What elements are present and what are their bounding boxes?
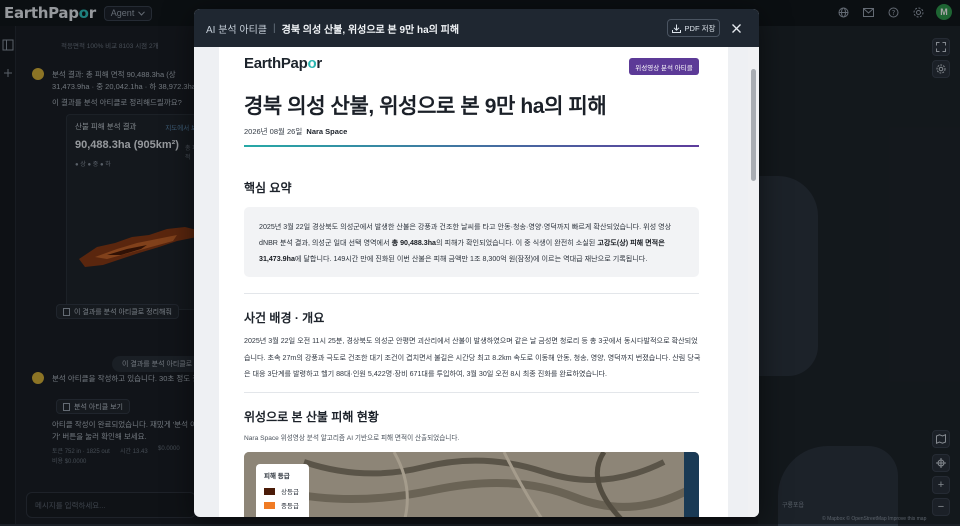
- section-heading: 핵심 요약: [244, 181, 292, 195]
- scrollbar-thumb[interactable]: [751, 69, 756, 181]
- close-icon: [731, 23, 741, 33]
- section-heading: 사건 배경 · 개요: [244, 311, 325, 325]
- modal-title: 경북 의성 산불, 위성으로 본 9만 ha의 피해: [281, 24, 460, 36]
- summary-box: 2025년 3월 22일 경상북도 의성군에서 발생한 산불은 강풍과 건조한 …: [244, 207, 699, 277]
- scrollbar[interactable]: [748, 47, 759, 517]
- section-heading: 위성으로 본 산불 피해 현황: [244, 410, 379, 424]
- section-divider: [244, 392, 699, 393]
- section-divider: [244, 293, 699, 294]
- damage-legend: 피해 등급 상등급 중등급: [256, 464, 309, 517]
- article-byline: 2026년 08월 26일 Nara Space: [244, 126, 347, 137]
- legend-swatch: [264, 487, 275, 495]
- legend-swatch: [264, 501, 275, 509]
- section-note: Nara Space 위성영상 분석 알고리즘 AI 기반으로 피해 면적이 산…: [244, 435, 460, 442]
- article-tag: 위성영상 분석 아티클: [629, 58, 699, 75]
- close-button[interactable]: [728, 20, 744, 36]
- legend-item: 중등급: [264, 500, 301, 510]
- header-separator: |: [273, 22, 276, 34]
- article-modal: AI 분석 아티클 | 경북 의성 산불, 위성으로 본 9만 ha의 피해 P…: [194, 9, 759, 517]
- legend-item: 상등급: [264, 486, 301, 496]
- article-date: 2026년 08월 26일: [244, 127, 303, 136]
- article-author: Nara Space: [306, 127, 348, 136]
- article-logo: EarthPapor: [244, 55, 322, 72]
- article-page: EarthPapor 위성영상 분석 아티클 경북 의성 산불, 위성으로 본 …: [219, 47, 728, 517]
- satellite-texture: [244, 452, 699, 517]
- pdf-save-button[interactable]: PDF 저장: [667, 19, 720, 37]
- title-rule: [244, 145, 699, 147]
- legend-title: 피해 등급: [264, 473, 290, 480]
- modal-section-label: AI 분석 아티클: [206, 24, 268, 36]
- article-title: 경북 의성 산불, 위성으로 본 9만 ha의 피해: [244, 95, 607, 118]
- satellite-image[interactable]: 피해 등급 상등급 중등급: [244, 452, 699, 517]
- download-icon: [671, 24, 681, 33]
- background-paragraph: 2025년 3월 22일 오전 11시 25분, 경상북도 의성군 안평면 괴산…: [244, 337, 701, 378]
